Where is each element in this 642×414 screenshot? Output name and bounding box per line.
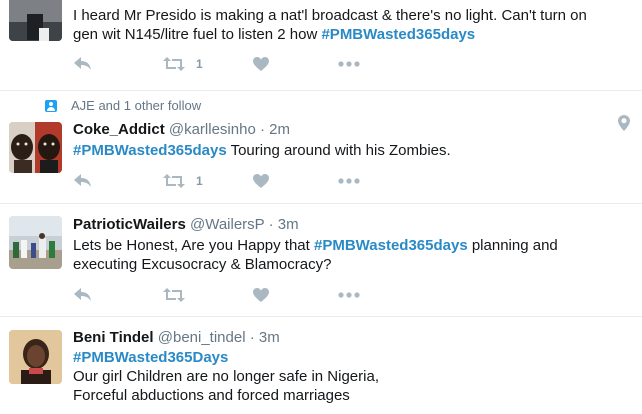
avatar[interactable] [9,216,62,269]
heart-icon [253,288,269,302]
more-icon [338,292,360,298]
hashtag-link[interactable]: #PMBWasted365days [73,142,227,159]
reply-button[interactable] [73,285,93,305]
tweet-text-line: Our girl Children are no longer safe in … [73,368,379,385]
separator: · [259,121,265,138]
display-name[interactable]: Coke_Addict [73,121,165,138]
reply-button[interactable] [73,171,93,191]
tweet-header: PatrioticWailers @WailersP · 3m [73,216,618,234]
more-icon [338,61,360,67]
location-pin-icon[interactable] [618,115,630,131]
follow-context[interactable]: AJE and 1 other follow [45,98,201,113]
reply-button[interactable] [73,54,93,74]
like-button[interactable] [252,54,270,74]
avatar[interactable] [9,122,62,173]
tweet-text: Lets be Honest, Are you Happy that #PMBW… [73,236,618,274]
user-handle[interactable]: @WailersP [190,216,264,233]
retweet-icon [163,174,185,188]
timestamp[interactable]: 2m [269,121,290,138]
tweet[interactable]: Beni Tindel @beni_tindel · 3m #PMBWasted… [0,317,642,414]
retweet-icon [163,288,185,302]
reply-icon [74,57,91,70]
retweet-count: 1 [196,174,203,188]
hashtag-link[interactable]: #PMBWasted365days [321,26,475,43]
timestamp[interactable]: 3m [278,216,299,233]
tweet-text-line: Touring around with his Zombies. [226,142,451,159]
heart-icon [253,174,269,188]
reply-icon [74,174,91,187]
follow-context-text: AJE and 1 other follow [71,98,202,113]
user-handle[interactable]: @karllesinho [169,121,256,138]
more-button[interactable] [338,54,360,74]
reply-icon [74,288,91,301]
retweet-count: 1 [196,57,203,71]
more-icon [338,178,360,184]
retweet-button[interactable]: 1 [162,171,203,191]
avatar[interactable] [9,330,62,384]
user-handle[interactable]: @beni_tindel [158,329,246,346]
tweet-text-line: I heard Mr Presido is making a nat'l bro… [73,7,587,24]
tweet-text: #PMBWasted365Days Our girl Children are … [73,348,618,405]
retweet-icon [163,57,185,71]
hashtag-link[interactable]: #PMBWasted365days [314,237,468,254]
tweet-text-line: Forceful abductions and forced marriages [73,387,350,404]
tweet-header: Coke_Addict @karllesinho · 2m [73,121,618,139]
more-button[interactable] [338,285,360,305]
like-button[interactable] [252,285,270,305]
tweet-text-line: planning and [467,237,558,254]
tweet-text-line: gen wit N145/litre fuel to listen 2 how [73,26,322,43]
tweet-actions: 1 [73,171,373,191]
avatar[interactable] [9,0,62,41]
heart-icon [253,57,269,71]
person-icon [45,99,57,112]
separator: · [249,329,255,346]
tweet[interactable]: PatrioticWailers @WailersP · 3m Lets be … [0,204,642,317]
separator: · [268,216,274,233]
tweet-header: Beni Tindel @beni_tindel · 3m [73,329,618,347]
tweet-text: #PMBWasted365days Touring around with hi… [73,141,618,160]
retweet-button[interactable] [162,285,186,305]
tweet-actions: 1 [73,54,373,74]
tweet-text-line: Lets be Honest, Are you Happy that [73,237,314,254]
tweet-text: I heard Mr Presido is making a nat'l bro… [73,6,618,44]
tweet[interactable]: AJE and 1 other follow Coke_Addict @karl… [0,91,642,204]
hashtag-link[interactable]: #PMBWasted365Days [73,349,228,366]
more-button[interactable] [338,171,360,191]
like-button[interactable] [252,171,270,191]
tweet[interactable]: I heard Mr Presido is making a nat'l bro… [0,0,642,91]
tweet-text-line: executing Excusocracy & Blamocracy? [73,256,332,273]
display-name[interactable]: Beni Tindel [73,329,154,346]
timestamp[interactable]: 3m [259,329,280,346]
retweet-button[interactable]: 1 [162,54,203,74]
display-name[interactable]: PatrioticWailers [73,216,186,233]
tweet-actions [73,285,373,305]
